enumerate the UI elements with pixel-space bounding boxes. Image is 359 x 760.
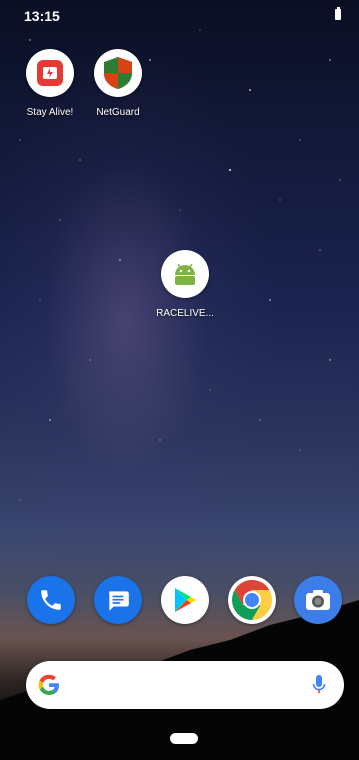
home-button[interactable] <box>170 733 198 744</box>
netguard-shield-icon <box>94 49 142 97</box>
camera-icon[interactable] <box>294 576 342 624</box>
app-label: NetGuard <box>96 107 140 118</box>
google-search-bar[interactable] <box>26 661 344 709</box>
phone-icon[interactable] <box>27 576 75 624</box>
status-bar: 13:15 <box>0 0 359 28</box>
microphone-icon[interactable] <box>312 674 326 701</box>
google-g-icon[interactable] <box>38 674 60 701</box>
battery-icon <box>335 7 341 20</box>
status-time: 13:15 <box>24 8 60 24</box>
android-robot-icon <box>161 250 209 298</box>
messages-icon[interactable] <box>94 576 142 624</box>
stay-alive-icon <box>26 49 74 97</box>
app-netguard[interactable]: NetGuard <box>78 49 158 118</box>
play-store-icon[interactable] <box>161 576 209 624</box>
app-label: RACELIVE... <box>156 308 214 319</box>
app-racelive[interactable]: RACELIVE... <box>145 250 225 319</box>
chrome-icon[interactable] <box>228 576 276 624</box>
